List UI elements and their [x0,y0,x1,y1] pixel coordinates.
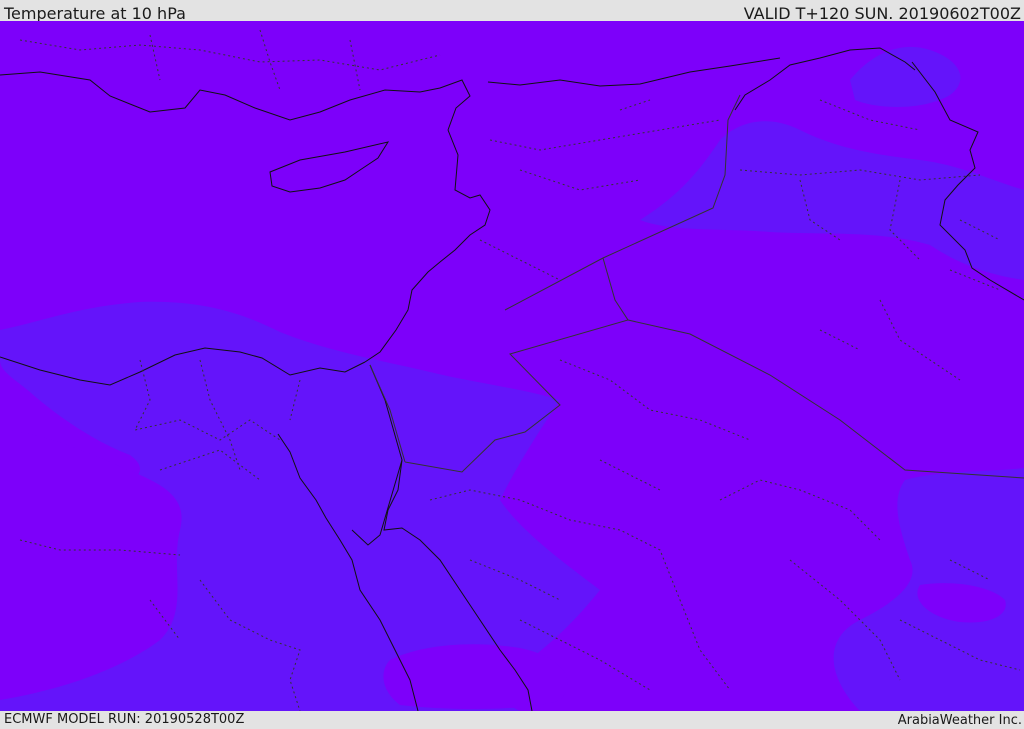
footer-bar: ECMWF MODEL RUN: 20190528T00Z ArabiaWeat… [0,711,1024,729]
model-run-label: ECMWF MODEL RUN: 20190528T00Z [4,712,245,727]
header-bar: Temperature at 10 hPa VALID T+120 SUN. 2… [0,0,1024,23]
weather-map[interactable] [0,21,1024,711]
brand-label: ArabiaWeather Inc. [897,713,1022,728]
map-canvas [0,21,1024,711]
